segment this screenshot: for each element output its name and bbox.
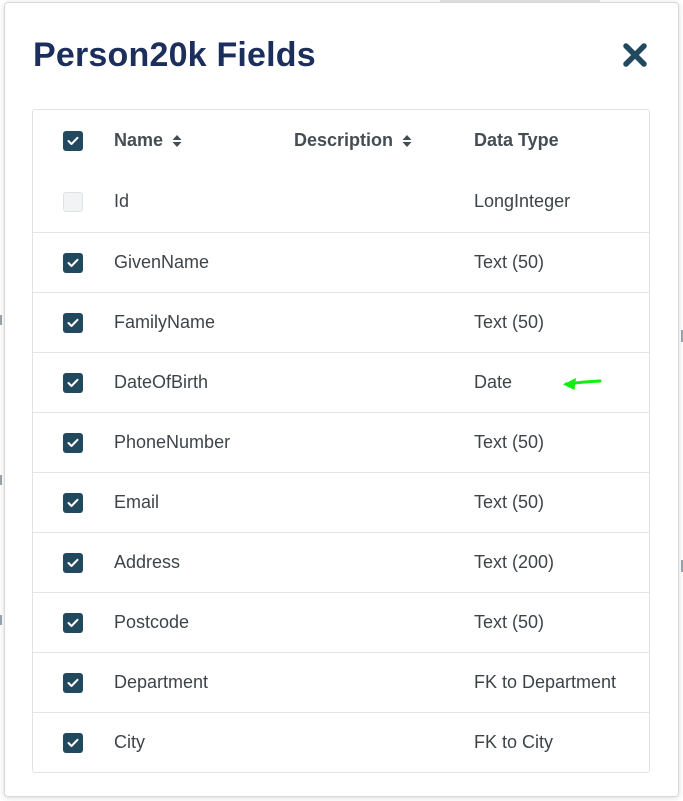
field-name: Id xyxy=(114,191,130,211)
background-edge-mark xyxy=(0,475,2,485)
column-header-description[interactable]: Description xyxy=(294,110,412,171)
field-name: Address xyxy=(114,552,181,572)
field-data-type: Text (200) xyxy=(474,552,555,572)
check-icon xyxy=(67,318,79,327)
check-icon xyxy=(67,738,79,747)
row-checkbox xyxy=(63,191,83,212)
row-checkbox[interactable] xyxy=(63,312,83,333)
table-row: PhoneNumber Text (50) xyxy=(33,412,649,472)
table-row: GivenName Text (50) xyxy=(33,232,649,292)
row-checkbox[interactable] xyxy=(63,732,83,753)
row-checkbox[interactable] xyxy=(63,672,83,693)
column-header-label: Description xyxy=(294,130,394,150)
row-checkbox[interactable] xyxy=(63,492,83,513)
field-name: Email xyxy=(114,492,160,512)
table-row: City FK to City xyxy=(33,712,649,772)
table-row: Postcode Text (50) xyxy=(33,592,649,652)
check-icon xyxy=(67,498,79,507)
field-data-type: Text (50) xyxy=(474,252,545,272)
field-data-type: Text (50) xyxy=(474,492,545,512)
row-checkbox[interactable] xyxy=(63,612,83,633)
field-name: DateOfBirth xyxy=(114,372,209,392)
row-checkbox[interactable] xyxy=(63,552,83,573)
column-header-label: Name xyxy=(114,130,164,150)
background-edge-mark xyxy=(0,615,2,625)
field-name: FamilyName xyxy=(114,312,216,332)
field-name: Postcode xyxy=(114,612,190,632)
table-row: DateOfBirth Date xyxy=(33,352,649,412)
close-icon xyxy=(623,43,647,67)
field-data-type: FK to Department xyxy=(474,672,617,692)
check-icon xyxy=(67,438,79,447)
check-icon xyxy=(67,618,79,627)
column-header-name[interactable]: Name xyxy=(114,110,182,171)
arrow-left-icon xyxy=(563,378,602,390)
table-header-row: Name Description Data Type xyxy=(33,110,649,171)
row-checkbox[interactable] xyxy=(63,432,83,453)
table-row: Email Text (50) xyxy=(33,472,649,532)
table-row: Address Text (200) xyxy=(33,532,649,592)
field-data-type: FK to City xyxy=(474,732,554,752)
check-icon xyxy=(67,258,79,267)
fields-table: Name Description Data Type Id LongInteger… xyxy=(32,109,650,773)
sort-icon xyxy=(172,134,182,148)
field-data-type: Text (50) xyxy=(474,432,545,452)
table-body: Id LongInteger GivenName Text (50) FamilyNam… xyxy=(33,171,649,772)
field-data-type: Text (50) xyxy=(474,612,545,632)
check-icon xyxy=(67,558,79,567)
close-button[interactable] xyxy=(617,37,653,73)
column-header-label: Data Type xyxy=(474,130,559,150)
field-name: City xyxy=(114,732,145,752)
field-name: Department xyxy=(114,672,209,692)
modal-title: Person20k Fields xyxy=(33,36,316,74)
check-icon xyxy=(67,678,79,687)
column-header-data-type: Data Type xyxy=(474,110,559,171)
background-edge-mark xyxy=(0,315,2,325)
field-data-type: Text (50) xyxy=(474,312,545,332)
field-name: GivenName xyxy=(114,252,210,272)
table-row: Department FK to Department xyxy=(33,652,649,712)
check-icon xyxy=(67,136,79,145)
field-data-type: LongInteger xyxy=(474,191,571,211)
field-data-type: Date xyxy=(474,372,513,392)
table-row: Id LongInteger xyxy=(33,171,649,232)
select-all-checkbox[interactable] xyxy=(63,130,83,151)
row-checkbox[interactable] xyxy=(63,372,83,393)
table-row: FamilyName Text (50) xyxy=(33,292,649,352)
check-icon xyxy=(67,378,79,387)
field-name: PhoneNumber xyxy=(114,432,231,452)
fields-modal: Person20k Fields Name Description Data T… xyxy=(4,2,679,797)
sort-icon xyxy=(402,134,412,148)
row-checkbox[interactable] xyxy=(63,252,83,273)
